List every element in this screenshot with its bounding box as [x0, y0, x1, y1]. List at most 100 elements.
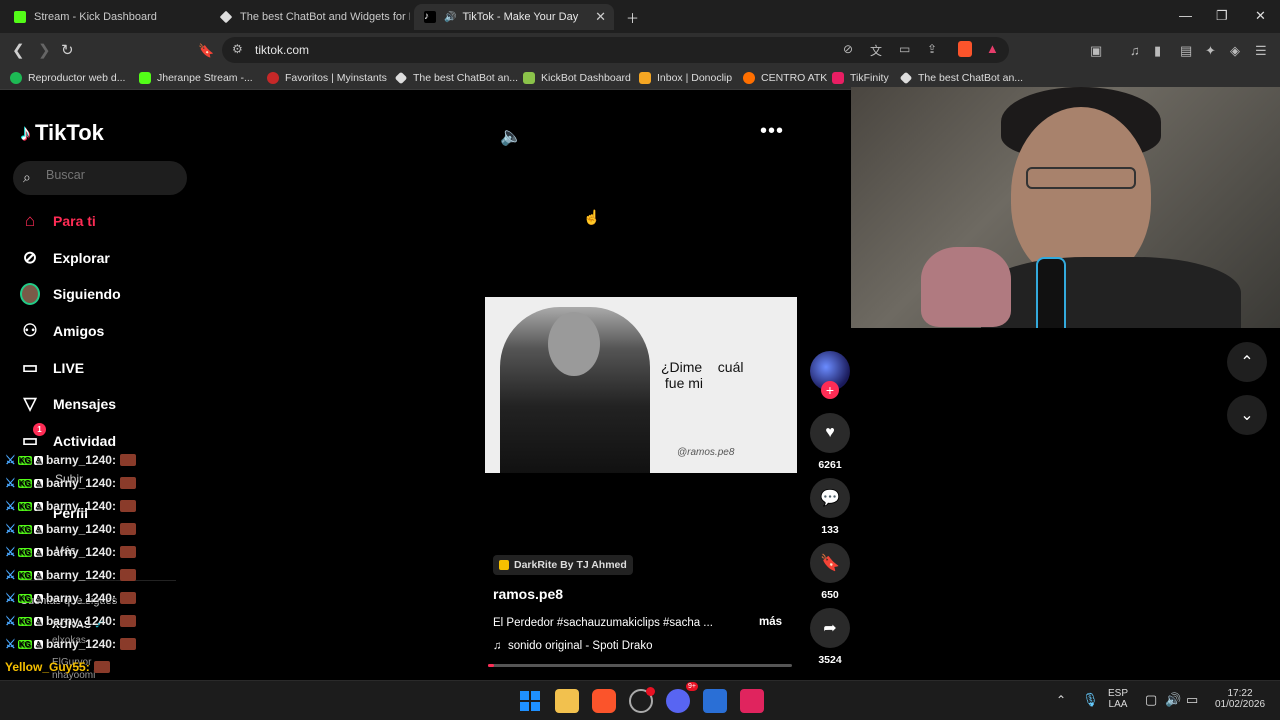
tray-expand-icon[interactable]: ⌃ — [1056, 693, 1066, 707]
screenshot-icon[interactable]: ▣ — [1090, 43, 1102, 59]
comment-button[interactable]: 💬 — [810, 478, 850, 518]
wallet-icon[interactable]: ▤ — [1180, 43, 1192, 59]
see-more-link[interactable]: más — [759, 616, 782, 628]
save-button[interactable]: 🔖 — [810, 543, 850, 583]
friends-icon: ⚇ — [22, 321, 38, 340]
translate-icon[interactable]: 文 — [870, 42, 882, 59]
chat-message: Yellow_Guy55: — [5, 660, 110, 674]
maximize-button[interactable]: ❐ — [1216, 8, 1228, 24]
tiktok-logo[interactable]: ♪ TikTok — [20, 120, 104, 146]
brave-browser-icon[interactable] — [592, 689, 616, 713]
keyboard-layout: LAA — [1108, 699, 1128, 710]
nav-actividad[interactable]: ▭ 1 Actividad — [20, 423, 116, 451]
search-input[interactable] — [46, 168, 176, 182]
nav-siguiendo[interactable]: Siguiendo — [20, 283, 121, 305]
pinned-app-icon[interactable] — [740, 689, 764, 713]
brave-rewards-icon[interactable]: ▲ — [986, 41, 999, 56]
new-tab-button[interactable]: ＋ — [626, 8, 639, 27]
more-options-icon[interactable]: ••• — [760, 120, 784, 143]
previous-video-button[interactable]: ⌃ — [1227, 342, 1267, 382]
battery-icon[interactable]: ▭ — [1186, 692, 1198, 708]
nav-live[interactable]: ▭ LIVE — [20, 358, 84, 378]
reload-icon[interactable]: ↻ — [61, 41, 74, 59]
bookmark-item[interactable]: The best ChatBot an... — [394, 71, 518, 85]
nav-explorar[interactable]: ⊘ Explorar — [20, 248, 110, 268]
vpn-icon[interactable]: ◈ — [1230, 43, 1240, 59]
search-icon: ⌕ — [23, 169, 31, 185]
nav-amigos[interactable]: ⚇ Amigos — [20, 321, 104, 341]
heart-icon: ♥ — [825, 424, 835, 441]
bookmark-item[interactable]: Reproductor web d... — [10, 72, 125, 84]
following-avatar-icon — [20, 283, 40, 305]
nav-para-ti[interactable]: ⌂ Para ti — [20, 211, 96, 231]
app-icon[interactable] — [703, 689, 727, 713]
video-player[interactable]: ¿Dime cuál fue mi @ramos.pe8 — [485, 297, 797, 473]
follow-plus-icon[interactable]: + — [821, 381, 839, 399]
network-icon[interactable]: ▢ — [1145, 692, 1157, 708]
like-button[interactable]: ♥ — [810, 413, 850, 453]
kickbot-icon — [523, 72, 535, 84]
nav-label: Explorar — [53, 250, 110, 266]
sword-badge-icon: ⚔ — [5, 568, 16, 582]
site-info-icon[interactable]: ⚙ — [232, 42, 243, 56]
back-arrow-icon[interactable]: ❮ — [12, 41, 25, 59]
clock[interactable]: 17:22 01/02/2026 — [1210, 688, 1270, 710]
kick-badge-icon: KG — [17, 455, 32, 465]
next-video-button[interactable]: ⌄ — [1227, 395, 1267, 435]
bookmark-item[interactable]: TikFinity — [832, 72, 889, 84]
bookmark-item[interactable]: Inbox | Donoclip — [639, 72, 732, 84]
chat-message: ⚔ KG ♙ barny_1240: — [5, 545, 136, 559]
no-tracking-icon[interactable]: ⊘ — [843, 42, 853, 56]
bookmark-label: TikFinity — [850, 72, 889, 84]
share-icon[interactable]: ⇪ — [927, 42, 937, 56]
sound-link[interactable]: ♫ sonido original - Spoti Drako — [493, 640, 652, 652]
start-button[interactable] — [518, 689, 542, 713]
search-box[interactable]: ⌕ — [13, 161, 187, 195]
close-window-button[interactable]: ✕ — [1255, 8, 1266, 24]
progress-fill — [488, 664, 495, 667]
discord-icon[interactable]: 9+ — [666, 682, 698, 713]
share-button[interactable]: ➦ — [810, 608, 850, 648]
bookmark-item[interactable]: CENTRO ATK — [743, 72, 827, 84]
media-icon[interactable]: ♫ — [1130, 43, 1140, 58]
volume-icon[interactable]: 🔈 — [500, 126, 522, 147]
bookmark-item[interactable]: Jheranpe Stream -... — [139, 72, 253, 84]
video-progress-bar[interactable] — [488, 664, 792, 667]
address-bar[interactable]: ⚙ tiktok.com ⊘ 文 ▭ ⇪ ▲ — [222, 37, 1009, 63]
nav-label: Mensajes — [53, 396, 117, 412]
tab-chatbot[interactable]: The best ChatBot and Widgets for Ki — [210, 4, 410, 30]
music-tag[interactable]: DarkRite By TJ Ahmed — [493, 555, 633, 575]
webcam-microphone — [1036, 257, 1066, 328]
windows-logo-icon — [531, 691, 540, 700]
tab-tiktok[interactable]: ♪ 🔊 TikTok - Make Your Day ✕ — [414, 4, 614, 30]
tab-kick-dashboard[interactable]: Stream - Kick Dashboard — [4, 4, 204, 30]
brave-shields-icon[interactable] — [958, 41, 972, 57]
bookmark-item[interactable]: The best ChatBot an... — [899, 71, 1023, 85]
obs-icon[interactable] — [629, 687, 655, 713]
nav-mensajes[interactable]: ▽ Mensajes — [20, 394, 116, 414]
chat-username: Yellow_Guy55: — [5, 660, 90, 674]
file-explorer-icon[interactable] — [555, 689, 579, 713]
forward-arrow-icon[interactable]: ❯ — [38, 41, 51, 59]
sidebar-toggle-icon[interactable]: ▮ — [1154, 43, 1161, 59]
tab-title: Stream - Kick Dashboard — [34, 11, 157, 23]
language-indicator[interactable]: ESP LAA — [1108, 688, 1128, 710]
leo-ai-icon[interactable]: ✦ — [1205, 43, 1216, 59]
cast-icon[interactable]: ▭ — [899, 42, 910, 56]
video-caption: El Perdedor #sachauzumakiclips #sacha ..… — [493, 617, 713, 629]
microphone-icon[interactable]: 🎙 — [1082, 692, 1099, 708]
botrix-favicon-icon — [219, 10, 233, 24]
speaker-icon[interactable]: 🔊 — [1165, 692, 1181, 708]
menu-icon[interactable]: ☰ — [1255, 43, 1267, 59]
bookmark-item[interactable]: Favoritos | Myinstants — [267, 72, 387, 84]
chat-message: ⚔ KG ♙ barny_1240: — [5, 568, 136, 582]
bookmark-item[interactable]: KickBot Dashboard — [523, 72, 631, 84]
user-badge-icon: ♙ — [33, 547, 43, 557]
video-author[interactable]: ramos.pe8 — [493, 586, 563, 602]
minimize-button[interactable]: — — [1179, 8, 1192, 23]
clock-date: 01/02/2026 — [1214, 699, 1266, 710]
chat-username: barny_1240: — [45, 545, 116, 559]
bookmark-icon[interactable]: 🔖 — [198, 43, 214, 59]
close-tab-icon[interactable]: ✕ — [595, 9, 606, 25]
chat-emote-icon — [119, 500, 136, 512]
